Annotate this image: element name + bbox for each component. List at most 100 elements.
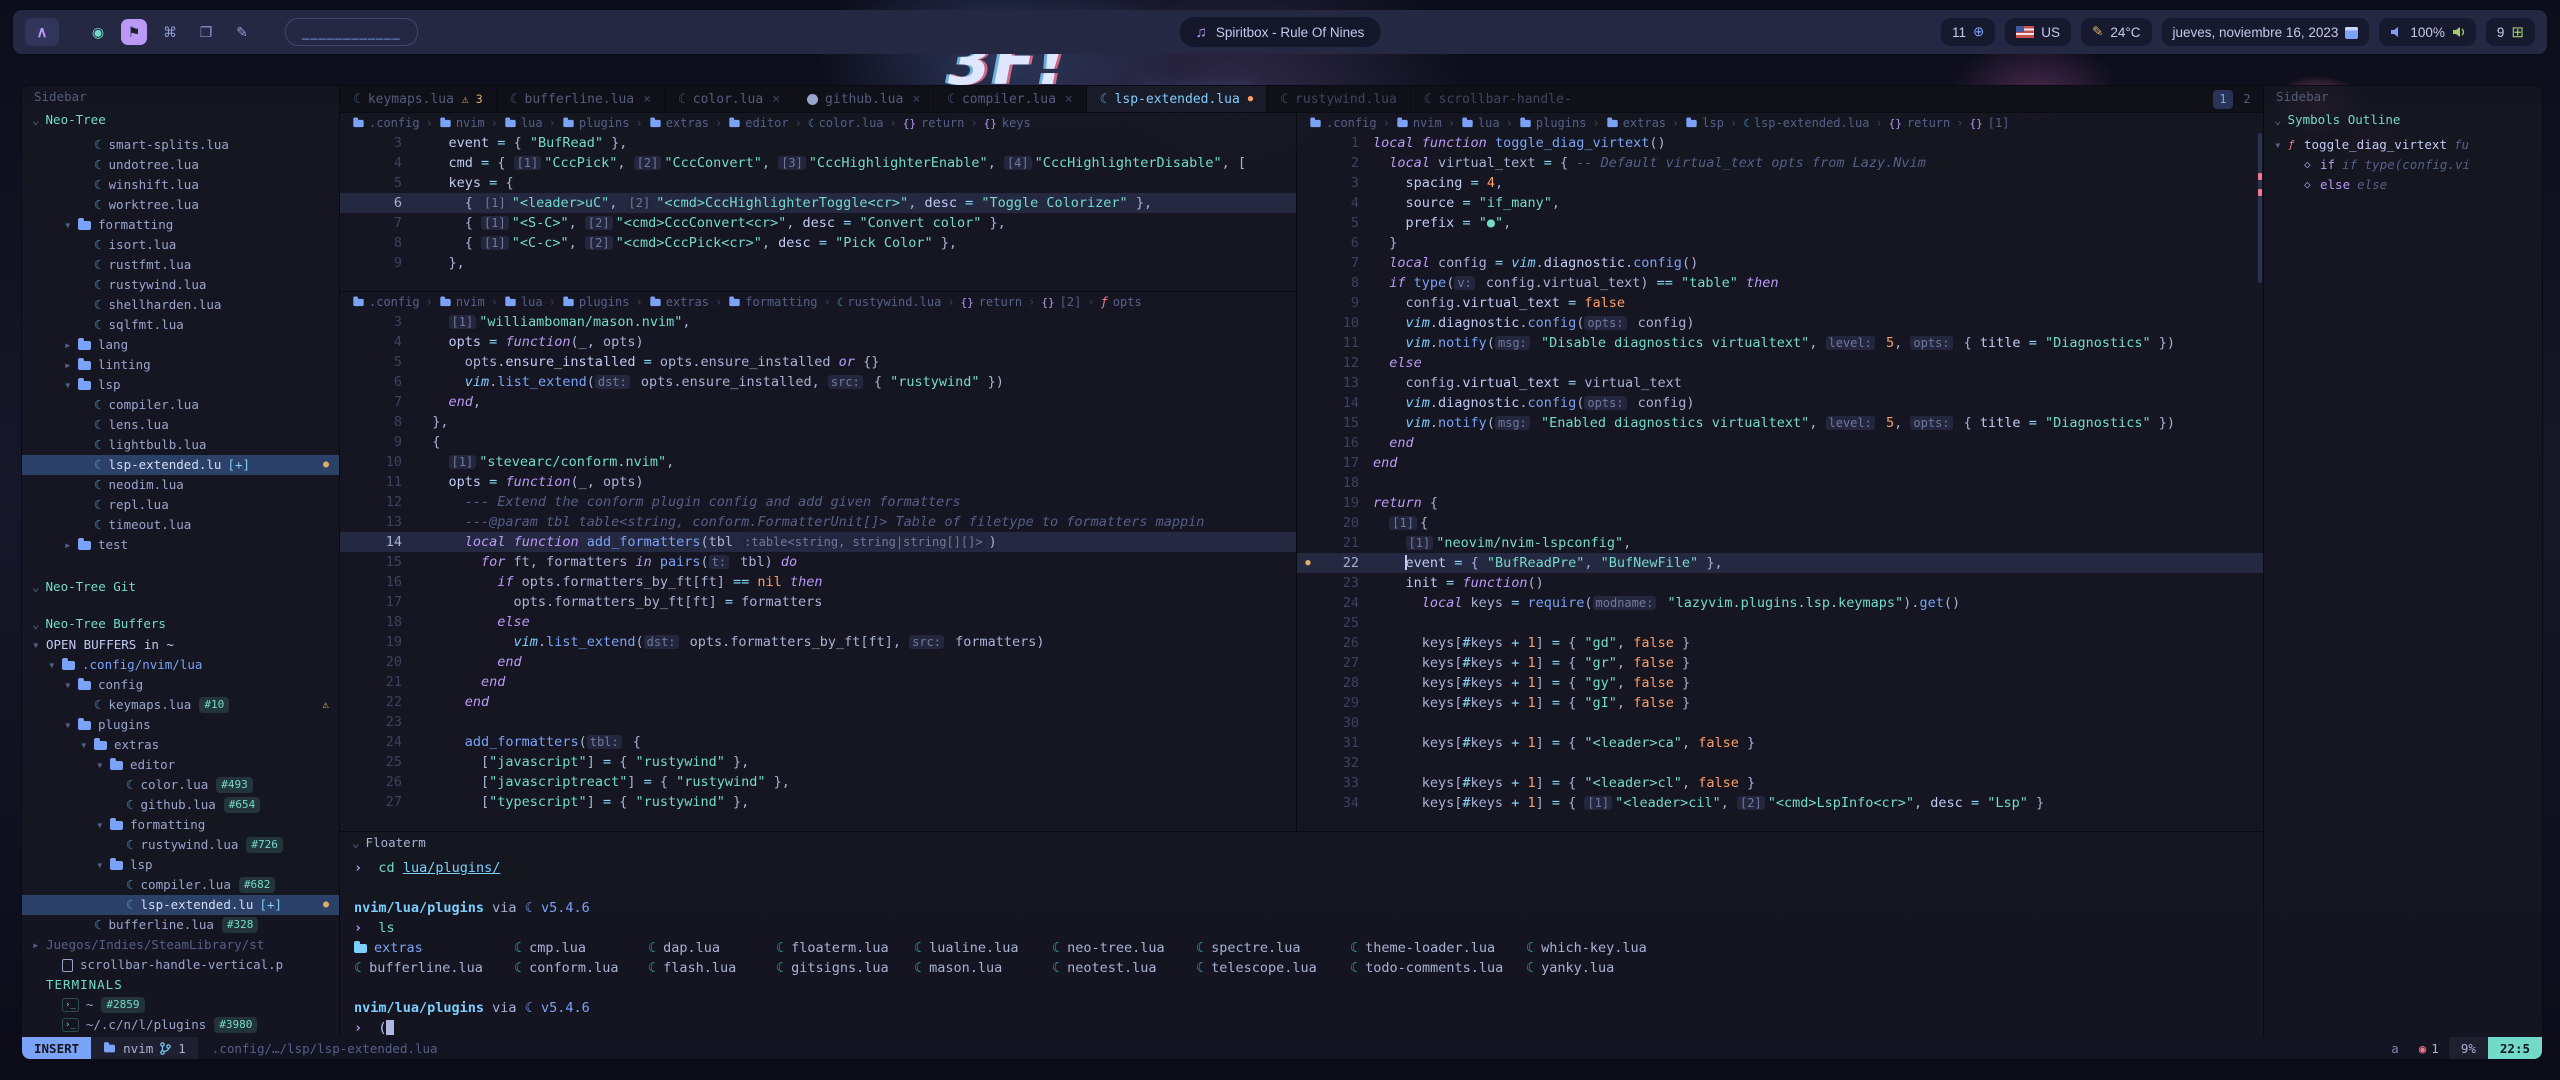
tag-pen-icon[interactable]: ✎ bbox=[229, 19, 255, 45]
section-symbols-outline[interactable]: ⌄Symbols Outline bbox=[2264, 108, 2542, 131]
tree-item-~/.c/n/l/plugins[interactable]: ›_~/.c/n/l/plugins#3980 bbox=[22, 1015, 339, 1035]
widget-temperature[interactable]: ✎ 24°C bbox=[2081, 18, 2151, 46]
music-widget[interactable]: ♫ Spiritbox - Rule Of Nines bbox=[1180, 17, 1381, 47]
breadcrumb-item-extras[interactable]: extras bbox=[649, 295, 709, 309]
tree-item-color.lua[interactable]: ☾color.lua#493 bbox=[22, 775, 339, 795]
tree-item-linting[interactable]: ▸linting bbox=[22, 355, 339, 375]
breadcrumb-item-editor[interactable]: editor bbox=[728, 116, 788, 130]
tree-item-lsp-extended.lu[interactable]: ☾lsp-extended.lu[+]● bbox=[22, 895, 339, 915]
floaterm-panel[interactable]: ⌄Floaterm › cd lua/plugins/nvim/lua/plug… bbox=[340, 831, 2263, 1037]
tab-github.lua[interactable]: github.lua× bbox=[794, 86, 934, 112]
neotree-sidebar[interactable]: Sidebar ⌄Neo-Tree ☾smart-splits.lua☾undo… bbox=[22, 86, 340, 1037]
breadcrumb-item-lua[interactable]: lua bbox=[504, 295, 543, 309]
breadcrumb-item-nvim[interactable]: nvim bbox=[439, 116, 485, 130]
tree-item-compiler.lua[interactable]: ☾compiler.lua#682 bbox=[22, 875, 339, 895]
tab-lsp-extended.lua[interactable]: ☾lsp-extended.lua● bbox=[1087, 86, 1267, 112]
tree-item-config[interactable]: ▾config bbox=[22, 675, 339, 695]
breadcrumb-item-nvim[interactable]: nvim bbox=[1396, 116, 1442, 130]
breadcrumb-item-keys[interactable]: {}keys bbox=[984, 116, 1031, 130]
tree-item-timeout.lua[interactable]: ☾timeout.lua bbox=[22, 515, 339, 535]
tab-compiler.lua[interactable]: ☾compiler.lua× bbox=[934, 86, 1087, 112]
close-icon[interactable]: × bbox=[1065, 92, 1073, 107]
breadcrumb-item-extras[interactable]: extras bbox=[1606, 116, 1666, 130]
tree-item-scrollbar-handle-vertical.p[interactable]: scrollbar-handle-vertical.p bbox=[22, 955, 339, 975]
widget-date[interactable]: jueves, noviembre 16, 2023 bbox=[2162, 18, 2370, 46]
tree-item-rustfmt.lua[interactable]: ☾rustfmt.lua bbox=[22, 255, 339, 275]
tree-item-formatting[interactable]: ▾formatting bbox=[22, 215, 339, 235]
taskbar-item[interactable]: ____________ bbox=[285, 18, 418, 46]
breadcrumb-item-opts[interactable]: ƒopts bbox=[1101, 295, 1142, 309]
tree-item-lang[interactable]: ▸lang bbox=[22, 335, 339, 355]
widget-keyboard-layout[interactable]: US bbox=[2005, 18, 2071, 46]
tree-item-OPEN BUFFERS in ~[interactable]: ▾OPEN BUFFERS in ~ bbox=[22, 635, 339, 655]
tab-keymaps.lua[interactable]: ☾keymaps.lua⚠ 3 bbox=[340, 86, 497, 112]
tree-item-keymaps.lua[interactable]: ☾keymaps.lua#10⚠ bbox=[22, 695, 339, 715]
tree-item-sqlfmt.lua[interactable]: ☾sqlfmt.lua bbox=[22, 315, 339, 335]
breadcrumb-item-return[interactable]: {}return bbox=[1889, 116, 1951, 130]
section-neotree-git[interactable]: ⌄Neo-Tree Git bbox=[22, 575, 339, 598]
tab-scrollbar-handle-[interactable]: ☾scrollbar-handle- bbox=[1411, 86, 1586, 112]
tab-bufferline.lua[interactable]: ☾bufferline.lua× bbox=[497, 86, 665, 112]
breadcrumb-item-lua[interactable]: lua bbox=[504, 116, 543, 130]
tree-item-lsp[interactable]: ▾lsp bbox=[22, 375, 339, 395]
tree-item-compiler.lua[interactable]: ☾compiler.lua bbox=[22, 395, 339, 415]
breadcrumb-item-nvim[interactable]: nvim bbox=[439, 295, 485, 309]
scrollbar[interactable] bbox=[2258, 133, 2262, 831]
breadcrumb-item-return[interactable]: {}return bbox=[961, 295, 1023, 309]
tag-flag-icon[interactable]: ⚑ bbox=[121, 19, 147, 45]
close-icon[interactable]: × bbox=[772, 92, 780, 107]
breadcrumb-item-plugins[interactable]: plugins bbox=[1519, 116, 1587, 130]
breadcrumb-item-lua[interactable]: lua bbox=[1461, 116, 1500, 130]
editor-pane-rustywind-lua[interactable]: .config›nvim›lua›plugins›extras›formatti… bbox=[340, 291, 1296, 831]
tree-item-.config/nvim/lua[interactable]: ▾.config/nvim/lua bbox=[22, 655, 339, 675]
section-neotree[interactable]: ⌄Neo-Tree bbox=[22, 108, 339, 131]
widget-volume[interactable]: 100% bbox=[2379, 18, 2476, 46]
breadcrumb-item-return[interactable]: {}return bbox=[903, 116, 965, 130]
outline-sidebar[interactable]: Sidebar ⌄Symbols Outline ▾ƒtoggle_diag_v… bbox=[2263, 86, 2542, 1037]
tag-cmd-icon[interactable]: ⌘ bbox=[157, 19, 183, 45]
tag-win-icon[interactable]: ❐ bbox=[193, 19, 219, 45]
outline-item-toggle_diag_virtext[interactable]: ▾ƒtoggle_diag_virtextfu bbox=[2264, 135, 2542, 155]
outline-item-else[interactable]: ◇elseelse bbox=[2264, 175, 2542, 195]
launcher-button[interactable]: ∧ bbox=[25, 18, 59, 46]
tree-item-rustywind.lua[interactable]: ☾rustywind.lua#726 bbox=[22, 835, 339, 855]
tree-item-lsp[interactable]: ▾lsp bbox=[22, 855, 339, 875]
tree-item-undotree.lua[interactable]: ☾undotree.lua bbox=[22, 155, 339, 175]
editor-pane-lsp-extended-lua[interactable]: .config›nvim›lua›plugins›extras›lsp›☾lsp… bbox=[1296, 113, 2263, 831]
tree-item-rustywind.lua[interactable]: ☾rustywind.lua bbox=[22, 275, 339, 295]
tree-item-lightbulb.lua[interactable]: ☾lightbulb.lua bbox=[22, 435, 339, 455]
section-neotree-buffers[interactable]: ⌄Neo-Tree Buffers bbox=[22, 612, 339, 635]
tab-color.lua[interactable]: ☾color.lua× bbox=[665, 86, 794, 112]
tab-rustywind.lua[interactable]: ☾rustywind.lua bbox=[1267, 86, 1411, 112]
breadcrumb-item-.config[interactable]: .config bbox=[1309, 116, 1377, 130]
tag-dot-icon[interactable]: ◉ bbox=[85, 19, 111, 45]
breadcrumb-item-plugins[interactable]: plugins bbox=[562, 116, 630, 130]
breadcrumb-item-.config[interactable]: .config bbox=[352, 116, 420, 130]
breadcrumb-item-lsp[interactable]: lsp bbox=[1685, 116, 1724, 130]
outline-item-if[interactable]: ◇ifif type(config.vi bbox=[2264, 155, 2542, 175]
tree-item-editor[interactable]: ▾editor bbox=[22, 755, 339, 775]
tree-item-formatting[interactable]: ▾formatting bbox=[22, 815, 339, 835]
tree-item-bufferline.lua[interactable]: ☾bufferline.lua#328 bbox=[22, 915, 339, 935]
tree-item-extras[interactable]: ▾extras bbox=[22, 735, 339, 755]
tree-item-lens.lua[interactable]: ☾lens.lua bbox=[22, 415, 339, 435]
breadcrumb-item-[2][interactable]: {}[2] bbox=[1041, 295, 1081, 309]
tree-item-lsp-extended.lu[interactable]: ☾lsp-extended.lu[+]● bbox=[22, 455, 339, 475]
cwd-segment[interactable]: nvim 1 bbox=[91, 1037, 198, 1059]
tree-item-Juegos/Indies/SteamLibrary/st[interactable]: ▸Juegos/Indies/SteamLibrary/st bbox=[22, 935, 339, 955]
tabpage-2[interactable]: 2 bbox=[2237, 90, 2257, 109]
close-icon[interactable]: × bbox=[643, 92, 651, 107]
tree-item-repl.lua[interactable]: ☾repl.lua bbox=[22, 495, 339, 515]
tree-item-~[interactable]: ›_~#2859 bbox=[22, 995, 339, 1015]
tree-item-plugins[interactable]: ▾plugins bbox=[22, 715, 339, 735]
tree-item-github.lua[interactable]: ☾github.lua#654 bbox=[22, 795, 339, 815]
breadcrumb-item-plugins[interactable]: plugins bbox=[562, 295, 630, 309]
breadcrumb-item-color.lua[interactable]: ☾color.lua bbox=[808, 116, 884, 130]
widget-updates[interactable]: 11 ⊕ bbox=[1941, 18, 1995, 46]
tree-item-winshift.lua[interactable]: ☾winshift.lua bbox=[22, 175, 339, 195]
tree-item-isort.lua[interactable]: ☾isort.lua bbox=[22, 235, 339, 255]
scrollbar-thumb[interactable] bbox=[2258, 133, 2262, 283]
breadcrumb-item-rustywind.lua[interactable]: ☾rustywind.lua bbox=[837, 295, 942, 309]
tree-item-neodim.lua[interactable]: ☾neodim.lua bbox=[22, 475, 339, 495]
tree-item-TERMINALS[interactable]: TERMINALS bbox=[22, 975, 339, 995]
